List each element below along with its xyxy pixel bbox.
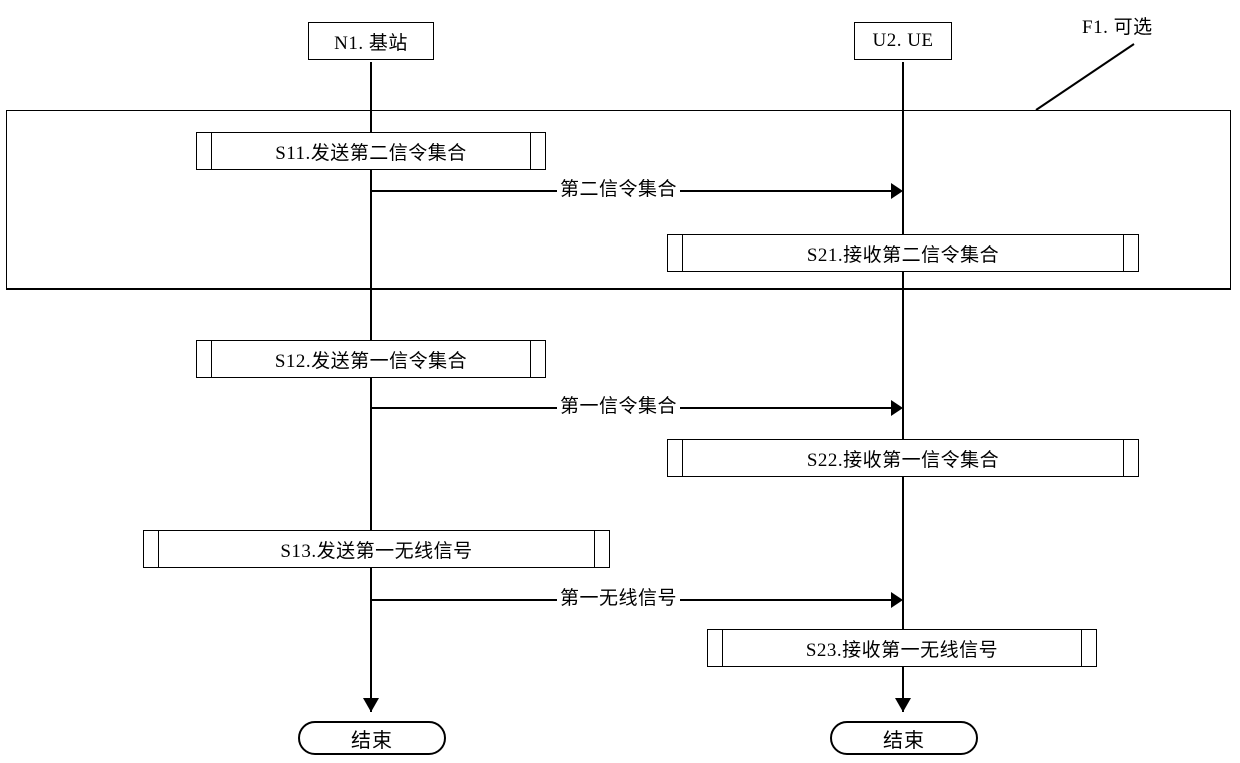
message-arrow-first-radio-signal: 第一无线信号: [371, 588, 903, 610]
message-label-first-radio-signal: 第一无线信号: [557, 588, 681, 610]
process-box-s23[interactable]: S23.接收第一无线信号: [707, 629, 1097, 667]
process-label-s12: S12.发送第一信令集合: [274, 350, 468, 372]
message-label-second-signalling-set: 第二信令集合: [557, 179, 681, 201]
process-label-s13: S13.发送第一无线信号: [280, 540, 473, 562]
arrow-head-icon: [891, 400, 903, 416]
message-arrow-first-signalling-set: 第一信令集合: [371, 396, 903, 418]
terminator-label-n1: 结束: [351, 729, 393, 752]
process-box-s21[interactable]: S21.接收第二信令集合: [667, 234, 1139, 272]
process-box-s13[interactable]: S13.发送第一无线信号: [143, 530, 610, 568]
arrow-head-icon: [891, 183, 903, 199]
process-box-s11[interactable]: S11.发送第二信令集合: [196, 132, 546, 170]
process-label-s22: S22.接收第一信令集合: [806, 449, 1000, 471]
terminator-end-n1[interactable]: 结束: [298, 721, 446, 755]
process-label-s21: S21.接收第二信令集合: [806, 244, 1000, 266]
message-label-first-signalling-set: 第一信令集合: [557, 396, 681, 418]
terminator-label-u2: 结束: [883, 729, 925, 752]
process-label-s23: S23.接收第一无线信号: [805, 639, 999, 661]
flow-arrow-head-u2: [895, 698, 911, 712]
message-arrow-second-signalling-set: 第二信令集合: [371, 179, 903, 201]
sequence-diagram-canvas: N1. 基站 U2. UE F1. 可选 S11.发送第二信令集合 第二信令集合…: [0, 0, 1240, 763]
terminator-end-u2[interactable]: 结束: [830, 721, 978, 755]
arrow-head-icon: [891, 592, 903, 608]
flow-arrow-head-n1: [363, 698, 379, 712]
process-label-s11: S11.发送第二信令集合: [275, 142, 467, 164]
process-box-s22[interactable]: S22.接收第一信令集合: [667, 439, 1139, 477]
process-box-s12[interactable]: S12.发送第一信令集合: [196, 340, 546, 378]
